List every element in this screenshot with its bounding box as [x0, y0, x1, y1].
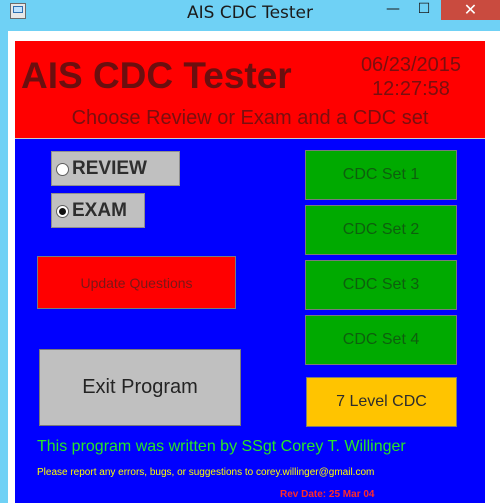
header-panel: AIS CDC Tester 06/23/2015 12:27:58 Choos…	[15, 41, 485, 139]
exam-radio-option[interactable]: EXAM	[51, 193, 145, 228]
maximize-button[interactable]: ☐	[410, 0, 438, 20]
current-time: 12:27:58	[372, 78, 450, 100]
app-heading: AIS CDC Tester	[21, 55, 292, 96]
revision-date: Rev Date: 25 Mar 04	[280, 489, 375, 500]
cdc-set-1-button[interactable]: CDC Set 1	[305, 150, 457, 200]
review-radio-label: REVIEW	[72, 158, 147, 179]
cdc-set-2-button[interactable]: CDC Set 2	[305, 205, 457, 255]
exit-program-button[interactable]: Exit Program	[39, 349, 241, 426]
cdc-set-4-button[interactable]: CDC Set 4	[305, 315, 457, 365]
current-date: 06/23/2015	[360, 54, 462, 76]
review-radio-option[interactable]: REVIEW	[51, 151, 180, 186]
tester-panel: AIS CDC Tester 06/23/2015 12:27:58 Choos…	[15, 41, 485, 503]
cdc-set-3-button[interactable]: CDC Set 3	[305, 260, 457, 310]
seven-level-cdc-button[interactable]: 7 Level CDC	[306, 377, 457, 427]
report-contact-text: Please report any errors, bugs, or sugge…	[37, 467, 375, 478]
radio-checked-icon[interactable]	[56, 205, 69, 218]
close-button[interactable]: ✕	[441, 0, 500, 20]
exam-radio-label: EXAM	[72, 200, 127, 221]
instruction-text: Choose Review or Exam and a CDC set	[71, 107, 429, 129]
update-questions-button[interactable]: Update Questions	[37, 256, 236, 309]
minimize-button[interactable]: —	[379, 0, 407, 20]
window-titlebar[interactable]: AIS CDC Tester — ☐ ✕	[0, 0, 500, 28]
main-panel: REVIEW EXAM Update Questions Exit Progra…	[15, 139, 485, 503]
application-window: AIS CDC Tester — ☐ ✕ AIS CDC Tester 06/2…	[0, 0, 500, 503]
author-credit: This program was written by SSgt Corey T…	[37, 438, 406, 455]
radio-unchecked-icon[interactable]	[56, 163, 69, 176]
